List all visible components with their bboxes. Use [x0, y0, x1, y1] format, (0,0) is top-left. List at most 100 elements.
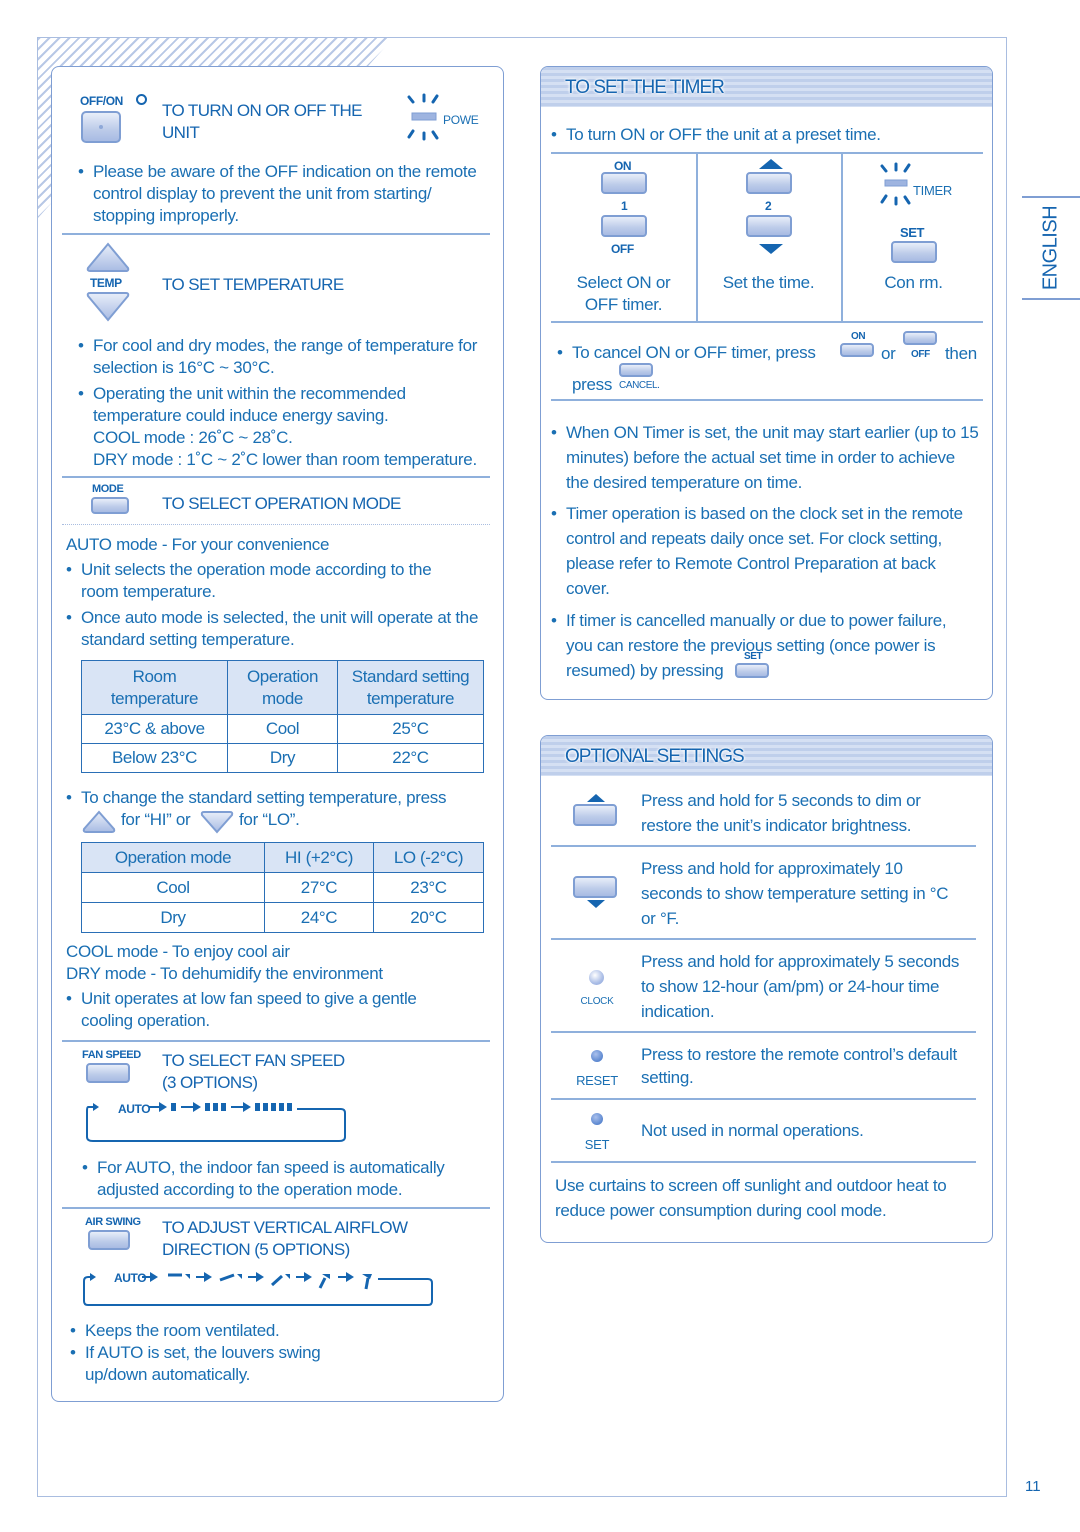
set-button[interactable] — [591, 1113, 603, 1125]
language-tab-label: ENGLISH — [1039, 205, 1062, 291]
fan-arrow-icon — [181, 1102, 201, 1112]
table-cell: 23°C — [373, 872, 484, 903]
table-cell: Below 23°C — [81, 743, 228, 773]
louver-position-1-icon — [168, 1273, 190, 1279]
table-cell: Cool — [227, 714, 338, 744]
table-cell: 25°C — [337, 714, 484, 744]
temp-button-label: TEMP — [90, 276, 122, 290]
blinking-timer-indicator-icon — [880, 162, 911, 206]
on-label: ON — [614, 159, 632, 173]
set-label: SET — [900, 225, 925, 240]
restore-set-label: SET — [744, 651, 763, 662]
time-up-arrow-icon — [759, 159, 783, 169]
divider — [551, 321, 983, 323]
timer-panel-title: TO SET THE TIMER — [565, 77, 725, 98]
optional-settings-panel: OPTIONAL SETTINGS Press and hold for 5 s… — [540, 735, 993, 1243]
power-bullet: Please be aware of the OFF indication on… — [78, 161, 493, 227]
step-2-caption: Set the time. — [722, 273, 815, 292]
header-cell: Standard setting temperature — [337, 660, 484, 715]
left-instructions-panel: OFF/ON TO TURN ON OR OFF THE UNIT POWE P… — [51, 66, 504, 1402]
dry-range-line: DRY mode : 1˚C ~ 2˚C lower than room tem… — [93, 450, 477, 469]
up-arrow-icon — [587, 794, 605, 802]
off-on-button[interactable] — [81, 111, 121, 143]
divider — [62, 1207, 490, 1209]
timer-set-button[interactable] — [891, 241, 937, 263]
divider — [62, 476, 490, 478]
table-row: Below 23°C Dry 22°C — [81, 743, 484, 773]
mode-button[interactable] — [91, 497, 129, 514]
energy-tip-footer: Use curtains to screen off sunlight and … — [555, 1176, 947, 1220]
optional-item-text: Press and hold for 5 seconds to dim or r… — [641, 791, 921, 835]
timer-panel: TO SET THE TIMER To turn ON or OFF the u… — [540, 66, 993, 700]
power-heading-line1: TO TURN ON OR OFF THE — [162, 101, 363, 120]
header-cell: HI (+2°C) — [264, 842, 374, 873]
divider — [62, 1040, 490, 1042]
blinking-power-indicator-icon — [407, 93, 439, 141]
hi-lo-table: Operation mode HI (+2°C) LO (-2°C) Cool … — [81, 842, 484, 933]
swing-heading-line1: TO ADJUST VERTICAL AIRFLOW — [162, 1218, 408, 1237]
divider — [551, 399, 983, 401]
optional-panel-title: OPTIONAL SETTINGS — [565, 746, 745, 767]
mode-button-label: MODE — [92, 483, 124, 495]
divider — [551, 845, 976, 847]
fan-low-icon — [171, 1103, 176, 1111]
air-swing-button-label: AIR SWING — [85, 1216, 141, 1228]
fan-bullet: For AUTO, the indoor fan speed is automa… — [82, 1157, 482, 1201]
step-2-number: 2 — [765, 199, 772, 213]
table-header-row: Operation mode HI (+2°C) LO (-2°C) — [81, 842, 484, 873]
louver-position-4-icon — [318, 1274, 330, 1289]
temp-energy-bullet: Operating the unit within the recommende… — [78, 383, 503, 471]
swing-bullet-1: Keeps the room ventilated. — [70, 1320, 470, 1342]
timer-intro: To turn ON or OFF the unit at a preset t… — [551, 124, 981, 146]
header-cell: LO (-2°C) — [373, 842, 484, 873]
clock-button[interactable] — [589, 970, 604, 985]
time-down-arrow-icon — [759, 244, 783, 254]
cancel-then-text: then — [945, 344, 977, 363]
fan-high-icon — [255, 1103, 292, 1111]
time-down-button[interactable] — [746, 215, 792, 237]
page-number: 11 — [1025, 1478, 1041, 1495]
dry-bullet: Unit operates at low fan speed to give a… — [66, 988, 446, 1032]
header-cell: Operation mode — [81, 842, 265, 873]
step-1-number: 1 — [621, 199, 628, 213]
table-cell: 20°C — [373, 902, 484, 933]
restore-set-button-icon — [735, 663, 769, 678]
timer-panel-title-bar: TO SET THE TIMER — [541, 67, 992, 107]
clock-label: CLOCK — [580, 996, 614, 1007]
timer-off-button[interactable] — [601, 215, 647, 237]
table-cell: Dry — [227, 743, 338, 773]
table-row: 23°C & above Cool 25°C — [81, 714, 484, 744]
cancel-button-icon — [619, 363, 653, 377]
power-indicator-label: POWE — [443, 113, 479, 127]
swing-heading-line2: DIRECTION (5 OPTIONS) — [162, 1240, 350, 1259]
temp-down-button[interactable] — [573, 876, 617, 898]
mode-heading: TO SELECT OPERATION MODE — [162, 494, 401, 513]
hi-label: for “HI” or — [121, 810, 191, 829]
swing-bullet-2: If AUTO is set, the louvers swing up/dow… — [70, 1342, 340, 1386]
fan-speed-button-label: FAN SPEED — [82, 1049, 141, 1061]
air-swing-button[interactable] — [88, 1230, 130, 1250]
fan-arrow-icon — [231, 1102, 251, 1112]
dotted-divider — [62, 524, 490, 525]
temp-up-icon — [82, 810, 116, 833]
optional-item-text: Not used in normal operations. — [641, 1121, 864, 1140]
auto-bullet-1: Unit selects the operation mode accordin… — [66, 559, 466, 603]
reset-button[interactable] — [591, 1050, 603, 1062]
dry-mode-title: DRY mode - To dehumidify the environment — [66, 964, 383, 983]
fan-speed-button[interactable] — [86, 1063, 130, 1083]
temp-up-button[interactable] — [573, 804, 617, 826]
energy-line: Operating the unit within the recommende… — [93, 384, 406, 403]
louver-position-5-icon — [362, 1274, 372, 1290]
timer-on-button[interactable] — [601, 172, 647, 194]
cancel-on-button-icon — [840, 343, 874, 357]
cool-mode-title: COOL mode - To enjoy cool air — [66, 942, 290, 961]
cancel-off-button-icon — [903, 331, 937, 345]
table-cell: Dry — [81, 902, 265, 933]
time-up-button[interactable] — [746, 172, 792, 194]
optional-panel-title-bar: OPTIONAL SETTINGS — [541, 736, 992, 776]
temp-down-icon — [200, 811, 234, 834]
table-header-row: Room temperature Operation mode Standard s… — [81, 660, 484, 715]
cancel-label: CANCEL. — [619, 380, 660, 391]
auto-bullet-2: Once auto mode is selected, the unit wil… — [66, 607, 486, 651]
table-cell: Cool — [81, 872, 265, 903]
